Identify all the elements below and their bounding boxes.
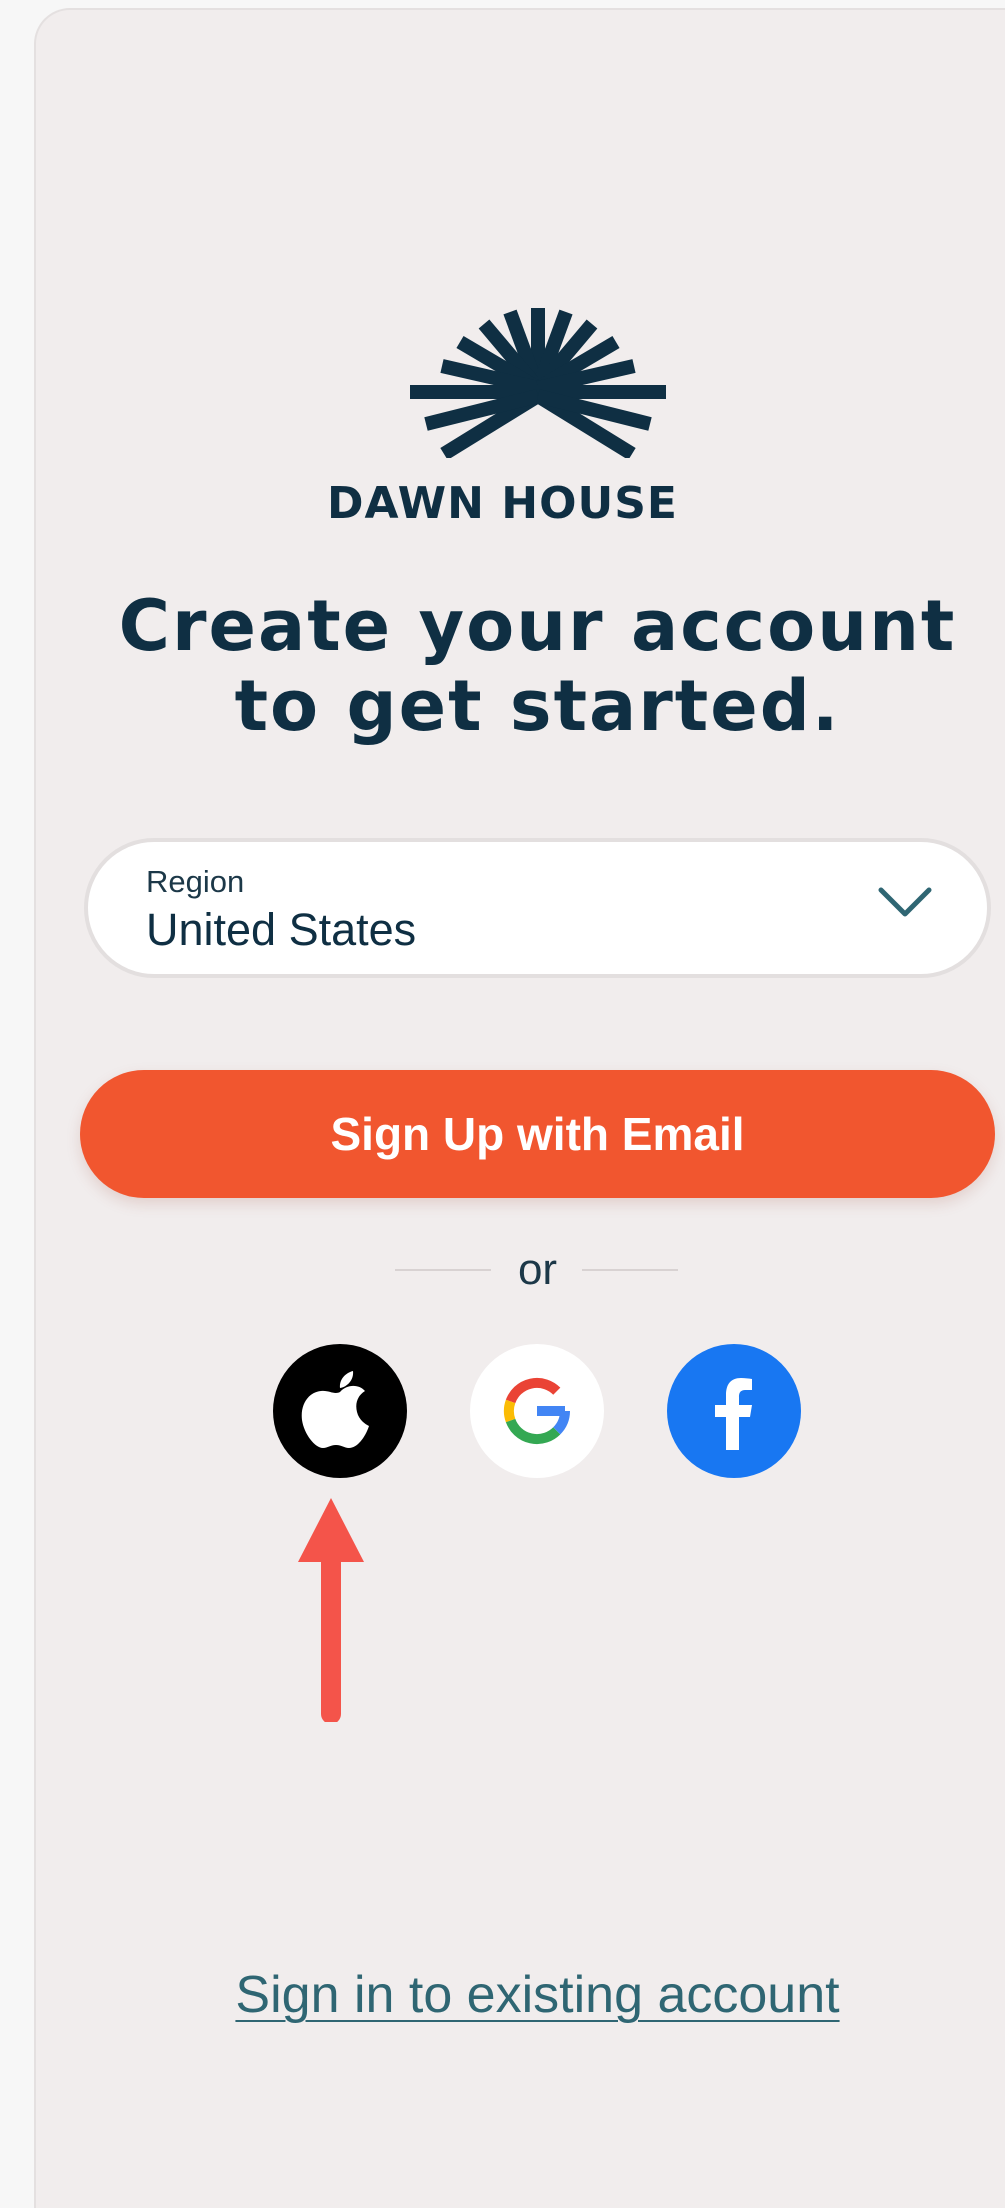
apple-icon: [301, 1371, 369, 1448]
region-label: Region: [146, 864, 245, 899]
sunrise-logo-icon: [410, 308, 666, 458]
divider-line-right: [582, 1269, 678, 1271]
brand-name: DAWN HOUSE: [327, 478, 678, 529]
page-title-line-2: to get started.: [234, 665, 841, 747]
page-title-line-1: Create your account: [118, 585, 957, 667]
divider-or: or: [517, 1245, 558, 1294]
region-value: United States: [146, 904, 417, 955]
facebook-signin-button[interactable]: [667, 1344, 801, 1478]
google-signin-button[interactable]: [470, 1344, 604, 1478]
chevron-down-icon: [878, 887, 932, 917]
page-title: Create your account to get started.: [0, 586, 1005, 746]
signin-existing-link[interactable]: Sign in to existing account: [0, 1965, 1005, 2025]
facebook-icon: [715, 1378, 752, 1450]
google-icon: [503, 1377, 570, 1445]
red-arrow-icon: [298, 1498, 364, 1722]
signup-email-button[interactable]: Sign Up with Email: [80, 1070, 995, 1198]
apple-signin-button[interactable]: [273, 1344, 407, 1478]
region-select[interactable]: Region United States: [84, 838, 991, 978]
